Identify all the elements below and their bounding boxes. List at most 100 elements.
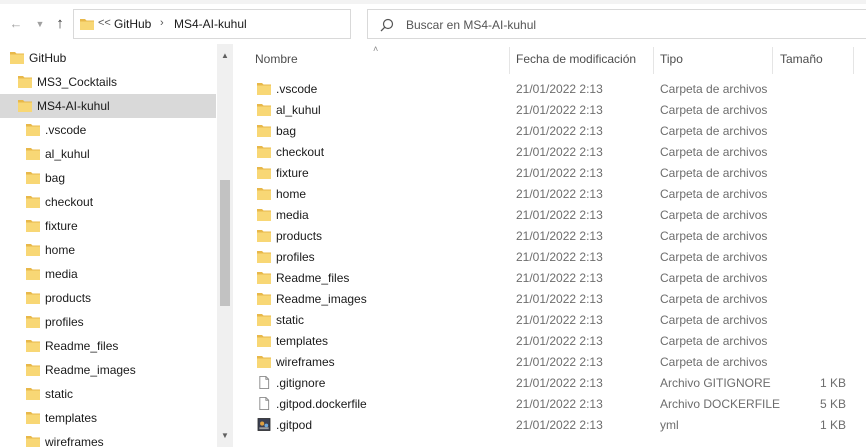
folder-icon xyxy=(257,209,271,221)
breadcrumb-chevron-icon[interactable]: › xyxy=(160,17,164,29)
nav-tree-item[interactable]: templates xyxy=(0,406,216,430)
folder-icon xyxy=(257,251,271,263)
file-row[interactable]: profiles 21/01/2022 2:13 Carpeta de archiv… xyxy=(245,246,866,267)
search-box[interactable] xyxy=(367,9,866,39)
file-type: Carpeta de archivos xyxy=(660,271,768,285)
file-row[interactable]: checkout 21/01/2022 2:13 Carpeta de archiv… xyxy=(245,141,866,162)
nav-tree-item-label: checkout xyxy=(45,195,94,209)
folder-icon xyxy=(26,196,40,208)
scroll-up-arrow-icon[interactable]: ▲ xyxy=(217,48,233,64)
file-date-modified: 21/01/2022 2:13 xyxy=(516,124,603,138)
column-header-type[interactable]: Tipo xyxy=(660,52,683,72)
file-date-modified: 21/01/2022 2:13 xyxy=(516,187,603,201)
file-type: Carpeta de archivos xyxy=(660,334,768,348)
nav-tree-item[interactable]: products xyxy=(0,286,216,310)
file-type: Archivo GITIGNORE xyxy=(660,376,771,390)
nav-tree-item[interactable]: bag xyxy=(0,166,216,190)
file-row[interactable]: Readme_images 21/01/2022 2:13 Carpeta de a… xyxy=(245,288,866,309)
folder-icon xyxy=(26,172,40,184)
column-divider[interactable] xyxy=(853,47,854,74)
column-header-name[interactable]: Nombre xyxy=(255,52,298,72)
folder-icon xyxy=(26,412,40,424)
nav-tree-item[interactable]: MS3_Cocktails xyxy=(0,70,216,94)
file-date-modified: 21/01/2022 2:13 xyxy=(516,313,603,327)
breadcrumb-overflow[interactable]: << xyxy=(98,17,111,29)
file-type: Carpeta de archivos xyxy=(660,313,768,327)
file-type: Carpeta de archivos xyxy=(660,229,768,243)
file-row[interactable]: .gitpod.dockerfile 21/01/2022 2:13 Archivo… xyxy=(245,393,866,414)
file-row[interactable]: .vscode 21/01/2022 2:13 Carpeta de archivo… xyxy=(245,78,866,99)
nav-tree-item-label: bag xyxy=(45,171,66,185)
nav-tree-item[interactable]: GitHub xyxy=(0,46,216,70)
file-row[interactable]: templates 21/01/2022 2:13 Carpeta de archi… xyxy=(245,330,866,351)
file-type: Carpeta de archivos xyxy=(660,124,768,138)
back-button[interactable]: ← xyxy=(8,16,24,32)
back-arrow-icon: ← xyxy=(9,16,23,31)
nav-tree-item[interactable]: .vscode xyxy=(0,118,216,142)
file-row[interactable]: .gitpod 21/01/2022 2:13 yml 1 KB xyxy=(245,414,866,435)
nav-tree-item[interactable]: Readme_files xyxy=(0,334,216,358)
file-size: 5 KB xyxy=(819,397,846,411)
column-divider[interactable] xyxy=(653,47,654,74)
column-header-size[interactable]: Tamaño xyxy=(780,52,823,72)
nav-tree-item[interactable]: home xyxy=(0,238,216,262)
folder-icon xyxy=(257,293,271,305)
nav-tree-item[interactable]: media xyxy=(0,262,216,286)
file-row[interactable]: home 21/01/2022 2:13 Carpeta de archivos xyxy=(245,183,866,204)
file-date-modified: 21/01/2022 2:13 xyxy=(516,103,603,117)
nav-tree-item-label: media xyxy=(45,267,78,281)
navigation-pane-scrollbar[interactable]: ▲ ▼ xyxy=(217,44,233,447)
nav-tree-item[interactable]: MS4-AI-kuhul xyxy=(0,94,216,118)
nav-tree-item-label: fixture xyxy=(45,219,78,233)
nav-tree-item-label: home xyxy=(45,243,76,257)
file-row[interactable]: wireframes 21/01/2022 2:13 Carpeta de arch… xyxy=(245,351,866,372)
search-input[interactable] xyxy=(406,16,846,34)
nav-tree-item-label: GitHub xyxy=(29,51,67,65)
nav-tree-item[interactable]: Readme_images xyxy=(0,358,216,382)
file-row[interactable]: .gitignore 21/01/2022 2:13 Archivo GITIGNO… xyxy=(245,372,866,393)
file-date-modified: 21/01/2022 2:13 xyxy=(516,145,603,159)
nav-tree-item-label: Readme_files xyxy=(45,339,119,353)
column-divider[interactable] xyxy=(509,47,510,74)
file-name: checkout xyxy=(276,145,325,159)
folder-icon xyxy=(257,146,271,158)
recent-locations-chevron-icon[interactable]: ▼ xyxy=(32,16,48,32)
file-row[interactable]: fixture 21/01/2022 2:13 Carpeta de archivo… xyxy=(245,162,866,183)
scrollbar-thumb[interactable] xyxy=(220,180,230,306)
file-date-modified: 21/01/2022 2:13 xyxy=(516,82,603,96)
file-row[interactable]: Readme_files 21/01/2022 2:13 Carpeta de ar… xyxy=(245,267,866,288)
nav-tree-item[interactable]: static xyxy=(0,382,216,406)
scroll-down-arrow-icon[interactable]: ▼ xyxy=(217,428,233,444)
file-type: Carpeta de archivos xyxy=(660,208,768,222)
folder-icon xyxy=(26,316,40,328)
folder-icon xyxy=(257,314,271,326)
up-arrow-icon[interactable]: ↑ xyxy=(52,16,68,32)
column-divider[interactable] xyxy=(772,47,773,74)
file-name: Readme_files xyxy=(276,271,350,285)
file-row[interactable]: bag 21/01/2022 2:13 Carpeta de archivos xyxy=(245,120,866,141)
nav-tree-item[interactable]: checkout xyxy=(0,190,216,214)
breadcrumb-github[interactable]: GitHub xyxy=(114,17,151,31)
file-name: products xyxy=(276,229,323,243)
breadcrumb-current[interactable]: MS4-AI-kuhul xyxy=(174,17,247,31)
file-row[interactable]: al_kuhul 21/01/2022 2:13 Carpeta de archiv… xyxy=(245,99,866,120)
file-row[interactable]: media 21/01/2022 2:13 Carpeta de archivos xyxy=(245,204,866,225)
folder-icon xyxy=(10,52,24,64)
nav-tree-item[interactable]: fixture xyxy=(0,214,216,238)
folder-icon xyxy=(26,244,40,256)
file-date-modified: 21/01/2022 2:13 xyxy=(516,355,603,369)
nav-tree-item[interactable]: wireframes xyxy=(0,430,216,447)
file-size: 1 KB xyxy=(819,376,846,390)
nav-tree-item[interactable]: al_kuhul xyxy=(0,142,216,166)
file-row[interactable]: products 21/01/2022 2:13 Carpeta de archiv… xyxy=(245,225,866,246)
folder-icon xyxy=(257,335,271,347)
nav-tree-item[interactable]: profiles xyxy=(0,310,216,334)
file-name: home xyxy=(276,187,307,201)
file-row[interactable]: static 21/01/2022 2:13 Carpeta de archivos xyxy=(245,309,866,330)
column-header-date[interactable]: Fecha de modificación xyxy=(516,52,636,72)
nav-tree-item-label: products xyxy=(45,291,92,305)
nav-tree-item-label: al_kuhul xyxy=(45,147,90,161)
file-type: Carpeta de archivos xyxy=(660,166,768,180)
address-bar[interactable]: << GitHub › MS4-AI-kuhul ⌄ ↻ xyxy=(73,9,419,39)
folder-icon xyxy=(257,83,271,95)
